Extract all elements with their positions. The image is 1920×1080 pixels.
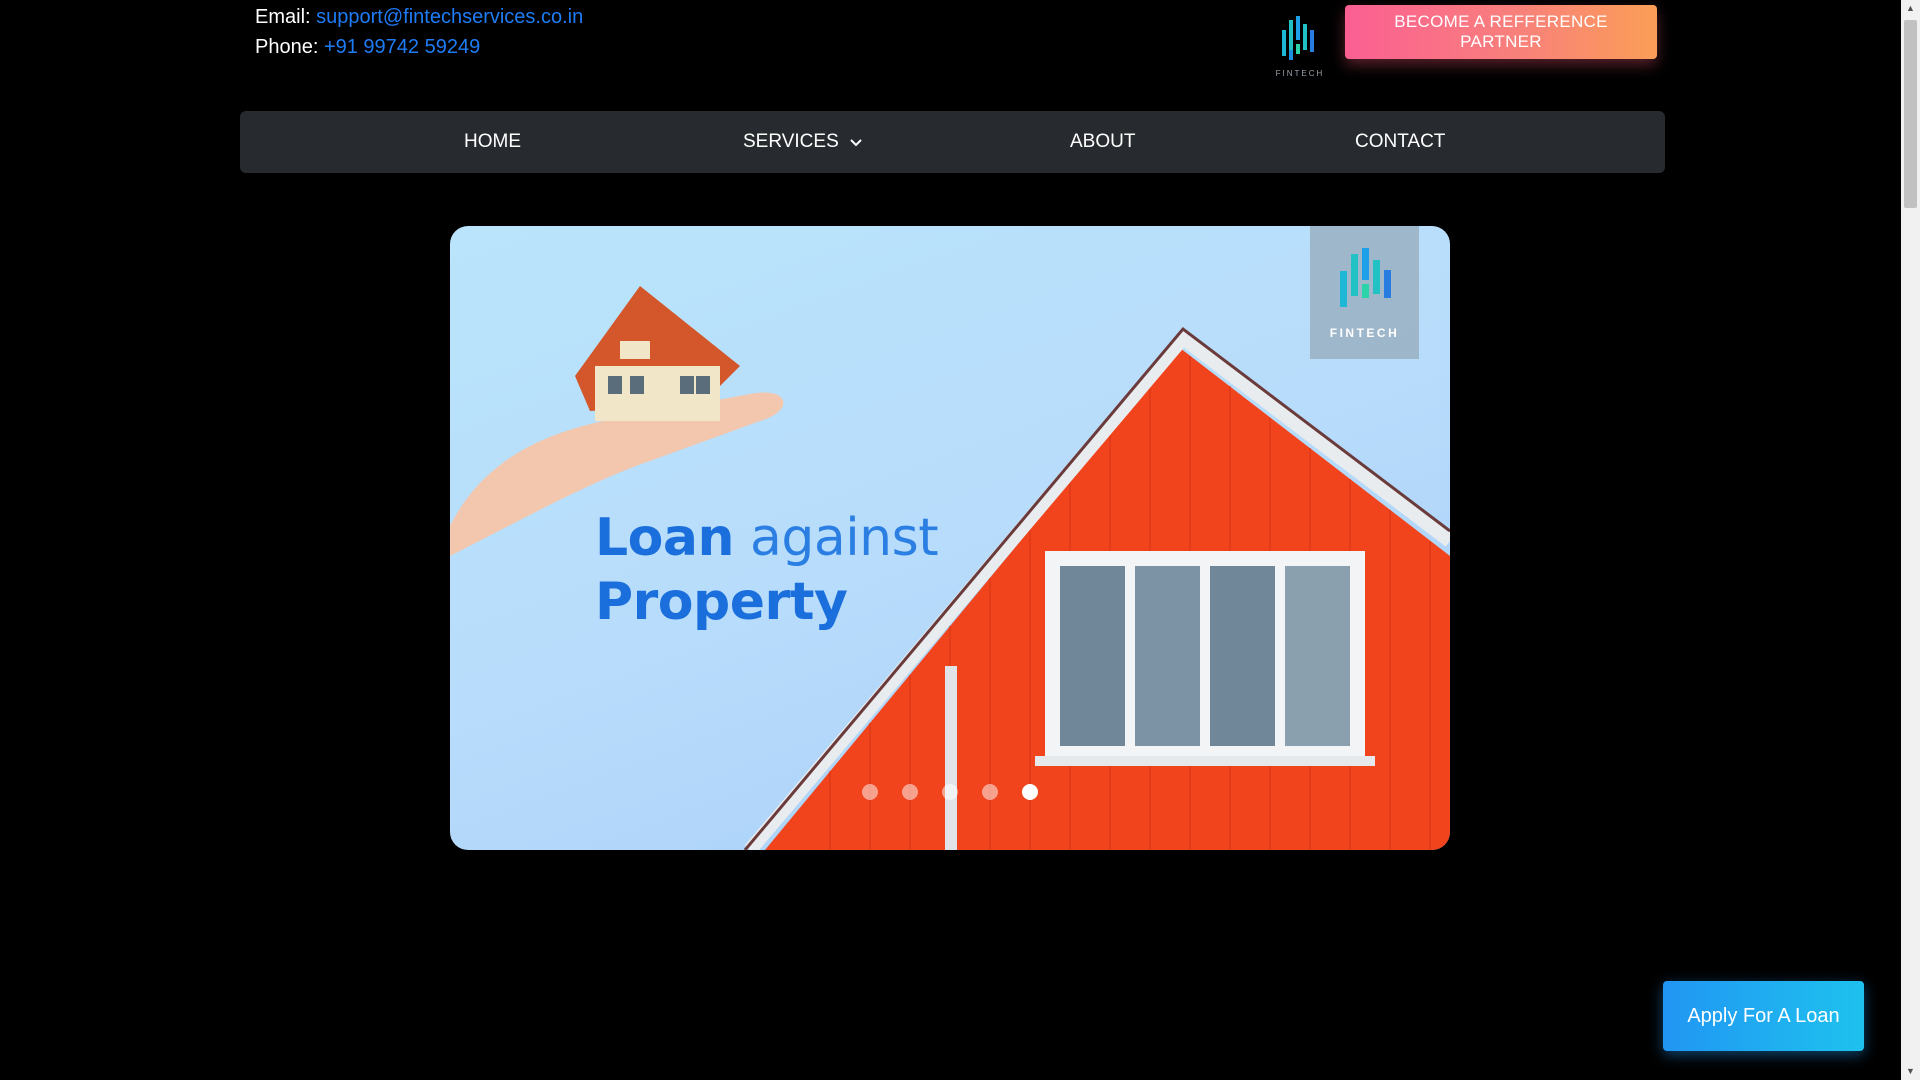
email-label: Email:	[255, 6, 311, 28]
contact-info: Email: support@fintechservices.co.in Pho…	[255, 2, 583, 62]
site-logo[interactable]: FINTECH	[1270, 14, 1330, 82]
main-navbar: HOME SERVICES ABOUT CONTACT	[240, 111, 1665, 173]
slider-dot-4[interactable]	[982, 784, 998, 800]
phone-link[interactable]: +91 99742 59249	[324, 36, 480, 58]
slide-title-line-1: Loan against	[595, 506, 939, 570]
fintech-logo-icon	[1340, 248, 1391, 307]
become-partner-button[interactable]: BECOME A REFFERENCE PARTNER	[1345, 5, 1657, 59]
nav-about[interactable]: ABOUT	[1070, 111, 1135, 173]
slide-title-bold-1: Loan	[595, 508, 734, 568]
logo-brand-text: FINTECH	[1275, 69, 1325, 78]
email-link[interactable]: support@fintechservices.co.in	[316, 6, 583, 28]
hero-slider[interactable]: Loan against Property FINTECH	[450, 226, 1450, 850]
slider-dot-3[interactable]	[942, 784, 958, 800]
slider-dot-2[interactable]	[902, 784, 918, 800]
nav-about-label: ABOUT	[1070, 131, 1136, 152]
scrollbar-thumb[interactable]	[1904, 20, 1917, 208]
phone-label: Phone:	[255, 36, 319, 58]
apply-for-loan-button[interactable]: Apply For A Loan	[1663, 981, 1864, 1051]
nav-contact[interactable]: CONTACT	[1355, 111, 1445, 173]
nav-home[interactable]: HOME	[464, 111, 521, 173]
arrow-up-icon[interactable]: ▲	[1901, 0, 1920, 17]
scrollbar[interactable]: ▲ ▼	[1901, 0, 1920, 1080]
arrow-down-icon[interactable]: ▼	[1901, 1063, 1920, 1080]
nav-services-label: SERVICES	[743, 131, 839, 153]
slide-title-bold-2: Property	[595, 572, 848, 632]
email-row: Email: support@fintechservices.co.in	[255, 2, 583, 32]
slide-logo-text: FINTECH	[1329, 326, 1400, 340]
nav-home-label: HOME	[464, 131, 521, 152]
slide-title-light-1: against	[750, 508, 939, 568]
page: Email: support@fintechservices.co.in Pho…	[0, 0, 1920, 1080]
nav-services[interactable]: SERVICES	[743, 111, 862, 173]
slider-dot-5[interactable]	[1022, 784, 1038, 800]
nav-contact-label: CONTACT	[1355, 131, 1446, 152]
phone-row: Phone: +91 99742 59249	[255, 32, 583, 62]
slide-logo: FINTECH	[1310, 226, 1419, 359]
fintech-logo-icon	[1282, 16, 1314, 60]
slider-dot-1[interactable]	[862, 784, 878, 800]
chevron-down-icon	[850, 111, 862, 173]
slide-title: Loan against Property	[595, 506, 939, 634]
